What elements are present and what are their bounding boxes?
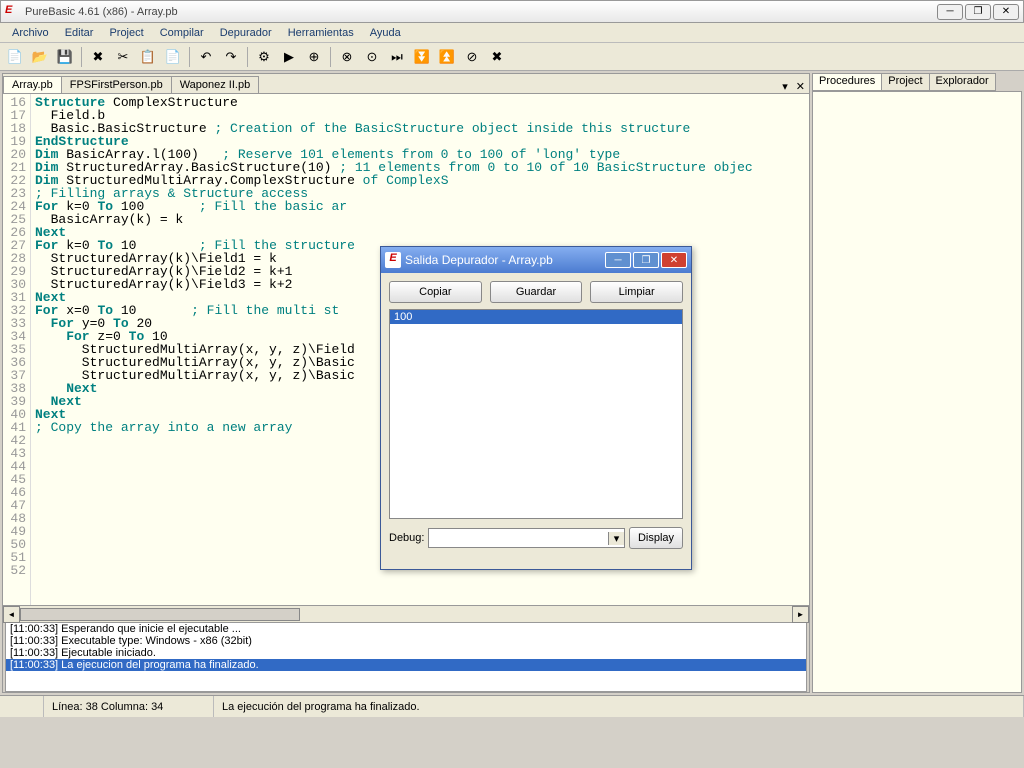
copy-button[interactable]: 📋 xyxy=(137,46,159,68)
step-out-button[interactable]: ⏫ xyxy=(436,46,458,68)
display-button[interactable]: Display xyxy=(629,527,683,549)
tab-array-pb[interactable]: Array.pb xyxy=(3,76,62,93)
debugger-guardar-button[interactable]: Guardar xyxy=(490,281,583,303)
log-line[interactable]: [11:00:33] La ejecucion del programa ha … xyxy=(6,659,806,671)
side-tab-project[interactable]: Project xyxy=(881,73,929,91)
debug-start-button[interactable]: ⊙ xyxy=(361,46,383,68)
status-cell-0 xyxy=(0,696,44,717)
side-tab-explorador[interactable]: Explorador xyxy=(929,73,996,91)
minimize-button[interactable]: ─ xyxy=(937,4,963,20)
open-file-button[interactable]: 📂 xyxy=(29,46,51,68)
menu-project[interactable]: Project xyxy=(101,25,151,41)
debugger-maximize-button[interactable]: ❐ xyxy=(633,252,659,268)
scroll-thumb[interactable] xyxy=(20,608,300,621)
cut-button[interactable]: ✂ xyxy=(112,46,134,68)
menu-archivo[interactable]: Archivo xyxy=(4,25,57,41)
status-position: Línea: 38 Columna: 34 xyxy=(44,696,214,717)
line-gutter: 16 17 18 19 20 21 22 23 24 25 26 27 28 2… xyxy=(3,94,31,605)
close-file-button[interactable]: ✖ xyxy=(87,46,109,68)
toolbar: 📄📂💾✖✂📋📄↶↷⚙▶⊕⊗⊙⏭⏬⏫⊘✖ xyxy=(0,43,1024,71)
output-log[interactable]: [11:00:33] Esperando que inicie el ejecu… xyxy=(5,622,807,692)
stop-button[interactable]: ⊗ xyxy=(336,46,358,68)
debugger-title: Salida Depurador - Array.pb xyxy=(405,253,603,267)
log-line[interactable]: [11:00:33] Executable type: Windows - x8… xyxy=(6,635,806,647)
app-icon: E xyxy=(5,4,21,20)
statusbar: Línea: 38 Columna: 34 La ejecución del p… xyxy=(0,695,1024,717)
menu-herramientas[interactable]: Herramientas xyxy=(280,25,362,41)
save-file-button[interactable]: 💾 xyxy=(54,46,76,68)
debugger-titlebar[interactable]: E Salida Depurador - Array.pb ─ ❐ ✕ xyxy=(381,247,691,273)
scroll-right-arrow[interactable]: ► xyxy=(792,606,809,623)
tab-waponez-ii-pb[interactable]: Waponez II.pb xyxy=(171,76,260,93)
tab-dropdown-icon[interactable]: ▾ xyxy=(778,80,792,93)
log-line[interactable]: [11:00:33] Ejecutable iniciado. xyxy=(6,647,806,659)
debugger-limpiar-button[interactable]: Limpiar xyxy=(590,281,683,303)
debugger-window[interactable]: E Salida Depurador - Array.pb ─ ❐ ✕ Copi… xyxy=(380,246,692,570)
menu-compilar[interactable]: Compilar xyxy=(152,25,212,41)
menubar: ArchivoEditarProjectCompilarDepuradorHer… xyxy=(0,23,1024,43)
paste-button[interactable]: 📄 xyxy=(162,46,184,68)
side-tab-procedures[interactable]: Procedures xyxy=(812,73,882,91)
step-over-button[interactable]: ⏭ xyxy=(386,46,408,68)
tab-close-icon[interactable]: ✕ xyxy=(792,80,809,93)
debugger-close-button[interactable]: ✕ xyxy=(661,252,687,268)
redo-button[interactable]: ↷ xyxy=(220,46,242,68)
maximize-button[interactable]: ❐ xyxy=(965,4,991,20)
scroll-left-arrow[interactable]: ◄ xyxy=(3,606,20,623)
debugger-copiar-button[interactable]: Copiar xyxy=(389,281,482,303)
step-into-button[interactable]: ⏬ xyxy=(411,46,433,68)
menu-depurador[interactable]: Depurador xyxy=(212,25,280,41)
horizontal-scrollbar[interactable]: ◄ ► xyxy=(3,605,809,622)
breakpoint-button[interactable]: ⊘ xyxy=(461,46,483,68)
menu-editar[interactable]: Editar xyxy=(57,25,102,41)
editor-tabstrip: Array.pbFPSFirstPerson.pbWaponez II.pb ▾✕ xyxy=(3,74,809,94)
stop-debug-button[interactable]: ✖ xyxy=(486,46,508,68)
chevron-down-icon[interactable]: ▾ xyxy=(608,532,624,545)
window-title: PureBasic 4.61 (x86) - Array.pb xyxy=(25,6,937,18)
log-line[interactable]: [11:00:33] Esperando que inicie el ejecu… xyxy=(6,623,806,635)
menu-ayuda[interactable]: Ayuda xyxy=(362,25,409,41)
tab-fpsfirstperson-pb[interactable]: FPSFirstPerson.pb xyxy=(61,76,172,93)
debug-combo[interactable]: ▾ xyxy=(428,528,625,548)
side-tabstrip: ProceduresProjectExplorador xyxy=(812,73,1022,91)
debugger-output-list[interactable]: 100 xyxy=(389,309,683,519)
close-button[interactable]: ✕ xyxy=(993,4,1019,20)
undo-button[interactable]: ↶ xyxy=(195,46,217,68)
compile-button[interactable]: ⚙ xyxy=(253,46,275,68)
status-message: La ejecución del programa ha finalizado. xyxy=(214,696,1024,717)
run-button[interactable]: ⊕ xyxy=(303,46,325,68)
debugger-output-item[interactable]: 100 xyxy=(390,310,682,324)
new-file-button[interactable]: 📄 xyxy=(4,46,26,68)
debug-label: Debug: xyxy=(389,532,424,544)
window-titlebar: E PureBasic 4.61 (x86) - Array.pb ─ ❐ ✕ xyxy=(0,0,1024,23)
side-content[interactable] xyxy=(812,91,1022,693)
compile-run-button[interactable]: ▶ xyxy=(278,46,300,68)
debugger-icon: E xyxy=(385,252,401,268)
debugger-minimize-button[interactable]: ─ xyxy=(605,252,631,268)
side-panel: ProceduresProjectExplorador xyxy=(812,73,1022,693)
